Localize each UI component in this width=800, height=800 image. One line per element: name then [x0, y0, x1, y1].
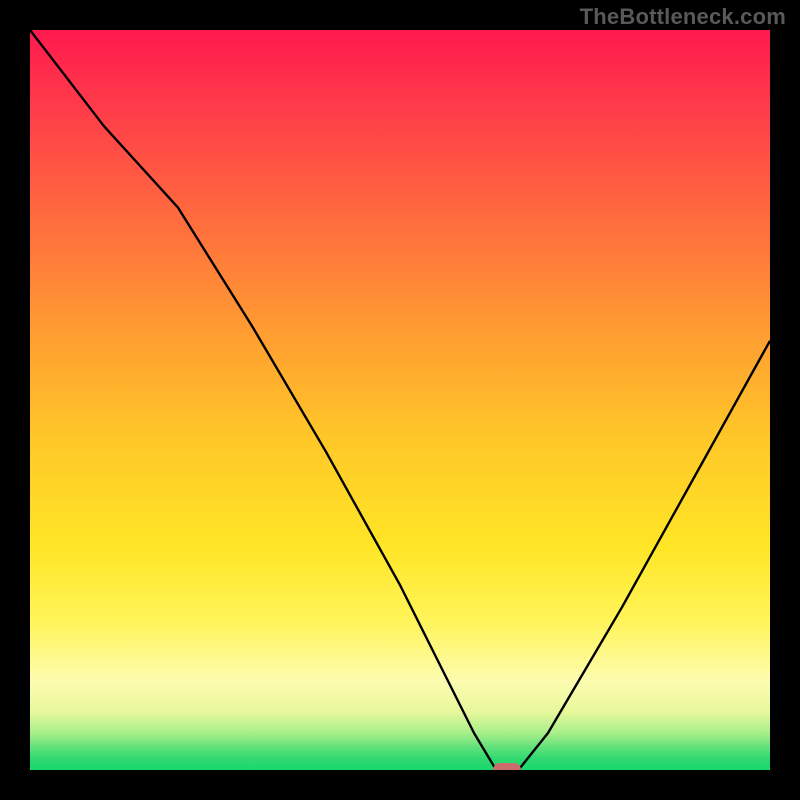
- chart-container: TheBottleneck.com: [0, 0, 800, 800]
- plot-area: [30, 30, 770, 770]
- frame-right: [770, 0, 800, 800]
- bottleneck-curve-path: [30, 30, 770, 770]
- optimum-marker: [493, 763, 521, 770]
- curve-layer: [30, 30, 770, 770]
- watermark-label: TheBottleneck.com: [580, 4, 786, 30]
- frame-bottom: [0, 770, 800, 800]
- frame-left: [0, 0, 30, 800]
